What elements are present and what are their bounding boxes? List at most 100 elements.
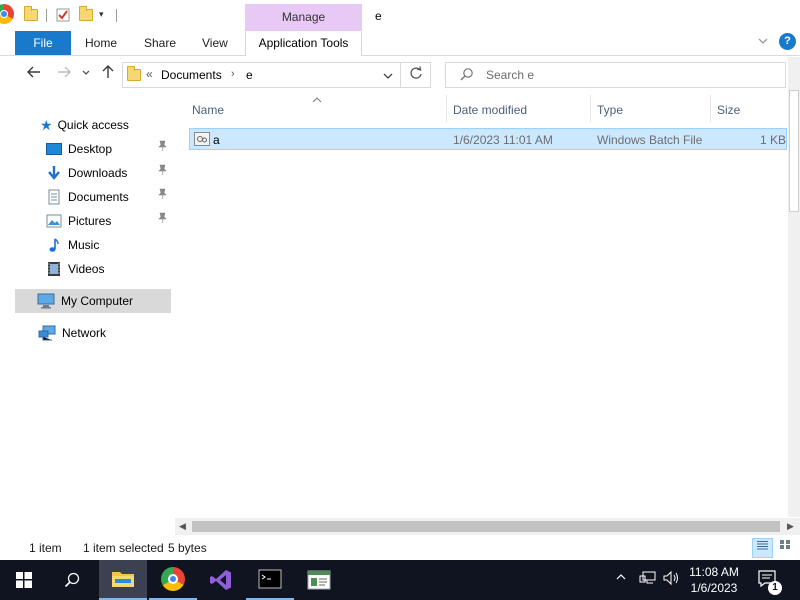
- tab-share[interactable]: Share: [144, 31, 176, 55]
- network-icon: [38, 325, 56, 341]
- pin-icon[interactable]: [158, 162, 167, 184]
- nav-label: Videos: [68, 262, 105, 276]
- notification-count-badge: 1: [768, 581, 782, 595]
- tab-view[interactable]: View: [202, 31, 228, 55]
- forward-button[interactable]: [54, 64, 74, 84]
- command-prompt-taskbar-button[interactable]: [246, 560, 294, 600]
- nav-item-pictures[interactable]: Pictures: [46, 210, 171, 232]
- clock-time[interactable]: 11:08 AM: [684, 565, 744, 579]
- download-icon: [46, 165, 62, 181]
- column-divider[interactable]: [710, 95, 711, 122]
- nav-label: Documents: [68, 190, 129, 204]
- show-hidden-icons-chevron-icon[interactable]: [615, 570, 627, 586]
- chrome-taskbar-button[interactable]: [149, 560, 197, 600]
- video-icon: [46, 261, 62, 277]
- toolbar-separator: [46, 9, 47, 22]
- file-name: a: [213, 133, 220, 147]
- nav-quick-access[interactable]: ★ Quick access: [40, 114, 129, 136]
- chrome-icon: [161, 567, 185, 591]
- help-icon[interactable]: ?: [779, 33, 796, 50]
- visual-studio-taskbar-button[interactable]: [197, 560, 245, 600]
- address-bar[interactable]: « Documents › e: [122, 62, 401, 88]
- breadcrumb-e[interactable]: e: [246, 68, 253, 82]
- volume-tray-icon[interactable]: [662, 570, 680, 589]
- document-icon: [46, 189, 62, 205]
- nav-label: Downloads: [68, 166, 128, 180]
- nav-item-documents[interactable]: Documents: [46, 186, 171, 208]
- column-divider[interactable]: [446, 95, 447, 122]
- file-explorer-taskbar-button[interactable]: [99, 560, 147, 600]
- file-size: 1 KB: [760, 133, 787, 147]
- application-taskbar-button[interactable]: [295, 560, 343, 600]
- large-icons-view-button[interactable]: [775, 538, 796, 558]
- vertical-scrollbar-thumb[interactable]: [789, 90, 799, 212]
- nav-label: Desktop: [68, 142, 113, 156]
- status-selection: 1 item selected: [83, 541, 164, 555]
- music-icon: [46, 237, 62, 253]
- nav-item-videos[interactable]: Videos: [46, 258, 171, 280]
- details-view-button[interactable]: [752, 538, 773, 558]
- nav-item-network[interactable]: Network: [38, 322, 106, 344]
- computer-icon: [37, 293, 55, 309]
- picture-icon: [46, 213, 62, 229]
- search-icon: [460, 67, 474, 84]
- file-date-modified: 1/6/2023 11:01 AM: [453, 133, 553, 147]
- pin-icon[interactable]: [158, 210, 167, 232]
- breadcrumb-overflow[interactable]: «: [146, 67, 153, 81]
- nav-label: Quick access: [57, 118, 129, 132]
- file-row[interactable]: a 1/6/2023 11:01 AM Windows Batch File 1…: [189, 128, 787, 150]
- desktop-icon: [46, 143, 62, 155]
- column-header-name[interactable]: Name: [192, 103, 224, 117]
- search-taskbar-button[interactable]: [48, 560, 96, 600]
- folder-icon: [127, 66, 141, 81]
- folder-icon[interactable]: [24, 6, 38, 23]
- breadcrumb-documents[interactable]: Documents: [161, 68, 222, 82]
- toolbar-separator: [116, 9, 117, 22]
- scroll-right-icon[interactable]: ▶: [787, 521, 794, 532]
- nav-label: Network: [62, 326, 107, 340]
- nav-item-downloads[interactable]: Downloads: [46, 162, 171, 184]
- address-history-chevron-icon[interactable]: [382, 70, 394, 84]
- nav-item-music[interactable]: Music: [46, 234, 171, 256]
- column-divider[interactable]: [590, 95, 591, 122]
- pin-icon[interactable]: [158, 186, 167, 208]
- sort-ascending-icon: [312, 92, 322, 106]
- column-header-type[interactable]: Type: [597, 103, 623, 117]
- nav-item-desktop[interactable]: Desktop: [46, 138, 171, 160]
- start-button[interactable]: [0, 560, 48, 600]
- window-title: e: [375, 9, 382, 23]
- batch-file-icon: [194, 132, 210, 149]
- manage-tab-group[interactable]: Manage: [245, 4, 362, 31]
- recent-locations-chevron-icon[interactable]: [78, 64, 94, 84]
- tab-application-tools[interactable]: Application Tools: [245, 31, 362, 56]
- network-tray-icon[interactable]: [639, 570, 657, 589]
- search-input[interactable]: Search e: [445, 62, 786, 88]
- up-button[interactable]: [98, 64, 118, 84]
- search-placeholder: Search e: [486, 68, 535, 82]
- expand-ribbon-chevron-icon[interactable]: [757, 35, 771, 49]
- back-button[interactable]: [24, 64, 44, 84]
- nav-label: Pictures: [68, 214, 112, 228]
- horizontal-scrollbar-thumb[interactable]: [192, 521, 780, 532]
- refresh-button[interactable]: [401, 62, 431, 88]
- my-computer-row: My Computer: [37, 290, 133, 312]
- title-bar: [0, 0, 800, 31]
- tab-file[interactable]: File: [15, 31, 71, 55]
- breadcrumb-separator-icon[interactable]: ›: [231, 68, 235, 80]
- ribbon-bar: [0, 31, 800, 56]
- new-folder-icon[interactable]: [79, 6, 93, 23]
- scroll-left-icon[interactable]: ◀: [179, 521, 186, 532]
- tab-home[interactable]: Home: [85, 31, 117, 55]
- nav-item-my-computer[interactable]: My Computer: [15, 289, 171, 313]
- clock-date[interactable]: 1/6/2023: [684, 581, 744, 595]
- nav-label: Music: [68, 238, 100, 252]
- customize-toolbar-icon[interactable]: ▾: [99, 9, 104, 20]
- status-selection-size: 5 bytes: [168, 541, 207, 555]
- properties-icon[interactable]: [56, 7, 70, 23]
- star-icon: ★: [40, 117, 53, 133]
- nav-label: My Computer: [61, 294, 134, 308]
- pin-icon[interactable]: [158, 138, 167, 160]
- column-header-date-modified[interactable]: Date modified: [453, 103, 527, 117]
- column-header-size[interactable]: Size: [717, 103, 740, 117]
- file-type: Windows Batch File: [597, 133, 703, 147]
